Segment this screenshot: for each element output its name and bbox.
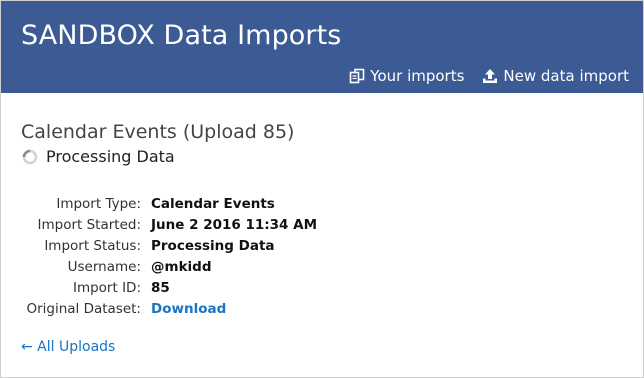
detail-value: Calendar Events [151,195,275,212]
detail-row-original-dataset: Original Dataset: Download [21,298,317,319]
app-header: SANDBOX Data Imports Your imports New da… [1,1,643,93]
detail-value: Processing Data [151,237,275,254]
detail-value: 85 [151,279,170,296]
new-data-import-label: New data import [503,67,629,85]
upload-content: Calendar Events (Upload 85) Processing D… [21,121,633,355]
detail-value: June 2 2016 11:34 AM [151,216,318,233]
detail-label: Import Started: [37,216,142,233]
detail-label: Original Dataset: [26,300,141,317]
detail-label: Import Status: [44,237,141,254]
detail-row-import-started: Import Started: June 2 2016 11:34 AM [21,214,318,235]
detail-label: Import Type: [56,195,141,212]
all-uploads-link[interactable]: ← All Uploads [21,339,115,355]
your-imports-label: Your imports [370,67,465,85]
import-details: Import Type: Calendar Events Import Star… [21,193,317,319]
page-frame: SANDBOX Data Imports Your imports New da… [0,0,644,378]
detail-row-username: Username: @mkidd [21,256,317,277]
copy-icon [349,68,365,84]
header-nav: Your imports New data import [349,67,629,85]
detail-label: Username: [67,258,141,275]
new-data-import-link[interactable]: New data import [482,67,629,85]
detail-row-import-status: Import Status: Processing Data [21,235,317,256]
detail-row-import-type: Import Type: Calendar Events [21,193,317,214]
your-imports-link[interactable]: Your imports [349,67,464,85]
upload-icon [482,68,498,84]
spinner-icon [22,149,38,165]
upload-status-text: Processing Data [46,147,175,166]
upload-status: Processing Data [21,147,633,166]
detail-label: Import ID: [72,279,141,296]
detail-row-import-id: Import ID: 85 [21,277,317,298]
download-link[interactable]: Download [151,301,226,317]
detail-value: @mkidd [151,258,212,275]
upload-title: Calendar Events (Upload 85) [21,121,295,143]
app-title: SANDBOX Data Imports [21,20,342,51]
